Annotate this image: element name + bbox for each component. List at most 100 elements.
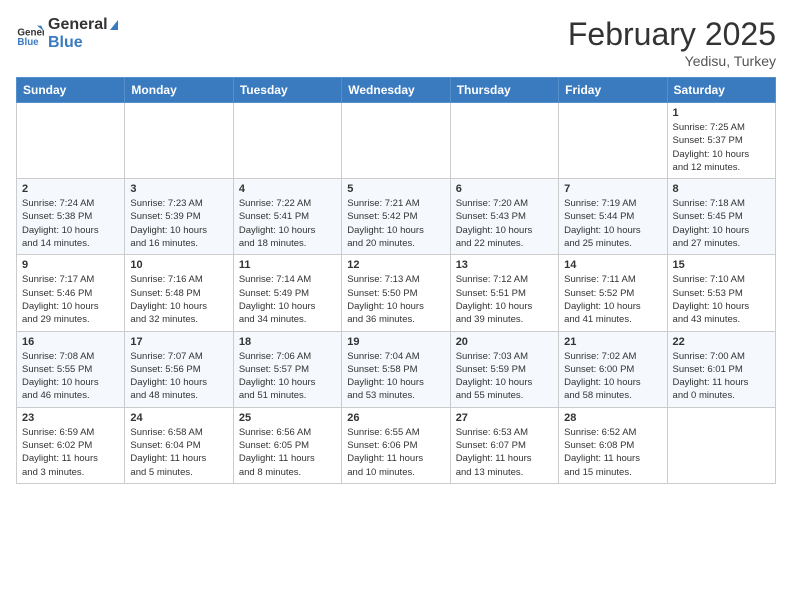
day-info: Sunrise: 7:22 AM Sunset: 5:41 PM Dayligh… bbox=[239, 197, 336, 250]
day-number: 26 bbox=[347, 412, 444, 424]
day-info: Sunrise: 6:58 AM Sunset: 6:04 PM Dayligh… bbox=[130, 426, 227, 479]
month-year-title: February 2025 bbox=[568, 16, 776, 53]
calendar-cell bbox=[125, 103, 233, 179]
calendar-cell: 14Sunrise: 7:11 AM Sunset: 5:52 PM Dayli… bbox=[559, 255, 667, 331]
day-info: Sunrise: 7:04 AM Sunset: 5:58 PM Dayligh… bbox=[347, 350, 444, 403]
day-number: 24 bbox=[130, 412, 227, 424]
weekday-header: Tuesday bbox=[233, 78, 341, 103]
calendar-cell: 27Sunrise: 6:53 AM Sunset: 6:07 PM Dayli… bbox=[450, 407, 558, 483]
day-number: 22 bbox=[673, 336, 770, 348]
calendar-cell: 12 Sunrise: 7:13 AM Sunset: 5:50 PM Dayli… bbox=[342, 255, 450, 331]
logo-general: General bbox=[48, 16, 108, 33]
calendar-cell bbox=[559, 103, 667, 179]
logo: General Blue General Blue bbox=[16, 16, 120, 51]
day-number: 2 bbox=[22, 183, 119, 195]
day-info: Sunrise: 7:10 AM Sunset: 5:53 PM Dayligh… bbox=[673, 273, 770, 326]
day-number: 21 bbox=[564, 336, 661, 348]
calendar-cell bbox=[667, 407, 775, 483]
calendar-week-row: 16 Sunrise: 7:08 AM Sunset: 5:55 PM Dayli… bbox=[17, 331, 776, 407]
day-info: Sunrise: 7:18 AM Sunset: 5:45 PM Dayligh… bbox=[673, 197, 770, 250]
weekday-header: Friday bbox=[559, 78, 667, 103]
calendar-cell: 24 Sunrise: 6:58 AM Sunset: 6:04 PM Dayli… bbox=[125, 407, 233, 483]
day-number: 7 bbox=[564, 183, 661, 195]
day-info: Sunrise: 7:24 AM Sunset: 5:38 PM Dayligh… bbox=[22, 197, 119, 250]
calendar-table: SundayMondayTuesdayWednesdayThursdayFrid… bbox=[16, 77, 776, 484]
calendar-cell bbox=[450, 103, 558, 179]
calendar-cell: 18 Sunrise: 7:06 AM Sunset: 5:57 PM Dayli… bbox=[233, 331, 341, 407]
day-info: Sunrise: 7:20 AM Sunset: 5:43 PM Dayligh… bbox=[456, 197, 553, 250]
day-info: Sunrise: 7:02 AM Sunset: 6:00 PM Dayligh… bbox=[564, 350, 661, 403]
calendar-cell: 6 Sunrise: 7:20 AM Sunset: 5:43 PM Daylig… bbox=[450, 179, 558, 255]
day-info: Sunrise: 7:19 AM Sunset: 5:44 PM Dayligh… bbox=[564, 197, 661, 250]
title-block: February 2025 Yedisu, Turkey bbox=[568, 16, 776, 69]
day-info: Sunrise: 7:06 AM Sunset: 5:57 PM Dayligh… bbox=[239, 350, 336, 403]
weekday-header: Saturday bbox=[667, 78, 775, 103]
calendar-cell: 17Sunrise: 7:07 AM Sunset: 5:56 PM Dayli… bbox=[125, 331, 233, 407]
calendar-cell: 11Sunrise: 7:14 AM Sunset: 5:49 PM Dayli… bbox=[233, 255, 341, 331]
calendar-cell: 2 Sunrise: 7:24 AM Sunset: 5:38 PM Daylig… bbox=[17, 179, 125, 255]
day-info: Sunrise: 7:17 AM Sunset: 5:46 PM Dayligh… bbox=[22, 273, 119, 326]
day-number: 28 bbox=[564, 412, 661, 424]
calendar-cell bbox=[342, 103, 450, 179]
day-info: Sunrise: 7:13 AM Sunset: 5:50 PM Dayligh… bbox=[347, 273, 444, 326]
day-info: Sunrise: 7:16 AM Sunset: 5:48 PM Dayligh… bbox=[130, 273, 227, 326]
logo-triangle bbox=[110, 20, 118, 30]
day-number: 6 bbox=[456, 183, 553, 195]
day-info: Sunrise: 6:55 AM Sunset: 6:06 PM Dayligh… bbox=[347, 426, 444, 479]
day-number: 3 bbox=[130, 183, 227, 195]
day-number: 25 bbox=[239, 412, 336, 424]
weekday-header-row: SundayMondayTuesdayWednesdayThursdayFrid… bbox=[17, 78, 776, 103]
calendar-cell: 5Sunrise: 7:21 AM Sunset: 5:42 PM Daylig… bbox=[342, 179, 450, 255]
calendar-week-row: 23 Sunrise: 6:59 AM Sunset: 6:02 PM Dayli… bbox=[17, 407, 776, 483]
day-info: Sunrise: 7:25 AM Sunset: 5:37 PM Dayligh… bbox=[673, 121, 770, 174]
day-info: Sunrise: 7:07 AM Sunset: 5:56 PM Dayligh… bbox=[130, 350, 227, 403]
day-info: Sunrise: 7:08 AM Sunset: 5:55 PM Dayligh… bbox=[22, 350, 119, 403]
calendar-cell: 13Sunrise: 7:12 AM Sunset: 5:51 PM Dayli… bbox=[450, 255, 558, 331]
weekday-header: Sunday bbox=[17, 78, 125, 103]
calendar-cell: 8 Sunrise: 7:18 AM Sunset: 5:45 PM Daylig… bbox=[667, 179, 775, 255]
calendar-cell: 21 Sunrise: 7:02 AM Sunset: 6:00 PM Dayli… bbox=[559, 331, 667, 407]
weekday-header: Wednesday bbox=[342, 78, 450, 103]
day-number: 8 bbox=[673, 183, 770, 195]
day-info: Sunrise: 7:03 AM Sunset: 5:59 PM Dayligh… bbox=[456, 350, 553, 403]
calendar-cell: 7 Sunrise: 7:19 AM Sunset: 5:44 PM Daylig… bbox=[559, 179, 667, 255]
weekday-header: Thursday bbox=[450, 78, 558, 103]
day-number: 12 bbox=[347, 259, 444, 271]
calendar-cell: 22 Sunrise: 7:00 AM Sunset: 6:01 PM Dayli… bbox=[667, 331, 775, 407]
calendar-week-row: 2 Sunrise: 7:24 AM Sunset: 5:38 PM Daylig… bbox=[17, 179, 776, 255]
day-info: Sunrise: 7:00 AM Sunset: 6:01 PM Dayligh… bbox=[673, 350, 770, 403]
day-number: 13 bbox=[456, 259, 553, 271]
day-number: 11 bbox=[239, 259, 336, 271]
day-number: 18 bbox=[239, 336, 336, 348]
calendar-week-row: 9 Sunrise: 7:17 AM Sunset: 5:46 PM Daylig… bbox=[17, 255, 776, 331]
day-info: Sunrise: 7:23 AM Sunset: 5:39 PM Dayligh… bbox=[130, 197, 227, 250]
calendar-cell: 3 Sunrise: 7:23 AM Sunset: 5:39 PM Daylig… bbox=[125, 179, 233, 255]
calendar-cell: 26 Sunrise: 6:55 AM Sunset: 6:06 PM Dayli… bbox=[342, 407, 450, 483]
page-header: General Blue General Blue February 2025 … bbox=[16, 16, 776, 69]
day-number: 16 bbox=[22, 336, 119, 348]
calendar-cell: 25Sunrise: 6:56 AM Sunset: 6:05 PM Dayli… bbox=[233, 407, 341, 483]
calendar-cell: 10 Sunrise: 7:16 AM Sunset: 5:48 PM Dayli… bbox=[125, 255, 233, 331]
day-number: 9 bbox=[22, 259, 119, 271]
calendar-cell: 1 Sunrise: 7:25 AM Sunset: 5:37 PM Daylig… bbox=[667, 103, 775, 179]
calendar-cell: 23 Sunrise: 6:59 AM Sunset: 6:02 PM Dayli… bbox=[17, 407, 125, 483]
calendar-cell: 19 Sunrise: 7:04 AM Sunset: 5:58 PM Dayli… bbox=[342, 331, 450, 407]
day-info: Sunrise: 7:11 AM Sunset: 5:52 PM Dayligh… bbox=[564, 273, 661, 326]
calendar-cell bbox=[233, 103, 341, 179]
day-number: 1 bbox=[673, 107, 770, 119]
day-number: 10 bbox=[130, 259, 227, 271]
day-number: 19 bbox=[347, 336, 444, 348]
calendar-week-row: 1 Sunrise: 7:25 AM Sunset: 5:37 PM Daylig… bbox=[17, 103, 776, 179]
calendar-cell: 20Sunrise: 7:03 AM Sunset: 5:59 PM Dayli… bbox=[450, 331, 558, 407]
calendar-cell: 4 Sunrise: 7:22 AM Sunset: 5:41 PM Daylig… bbox=[233, 179, 341, 255]
calendar-cell: 28Sunrise: 6:52 AM Sunset: 6:08 PM Dayli… bbox=[559, 407, 667, 483]
weekday-header: Monday bbox=[125, 78, 233, 103]
day-info: Sunrise: 6:59 AM Sunset: 6:02 PM Dayligh… bbox=[22, 426, 119, 479]
day-number: 4 bbox=[239, 183, 336, 195]
svg-text:Blue: Blue bbox=[17, 37, 39, 48]
logo-icon: General Blue bbox=[16, 20, 44, 48]
calendar-cell: 9 Sunrise: 7:17 AM Sunset: 5:46 PM Daylig… bbox=[17, 255, 125, 331]
day-number: 23 bbox=[22, 412, 119, 424]
location-subtitle: Yedisu, Turkey bbox=[568, 53, 776, 69]
day-info: Sunrise: 7:21 AM Sunset: 5:42 PM Dayligh… bbox=[347, 197, 444, 250]
